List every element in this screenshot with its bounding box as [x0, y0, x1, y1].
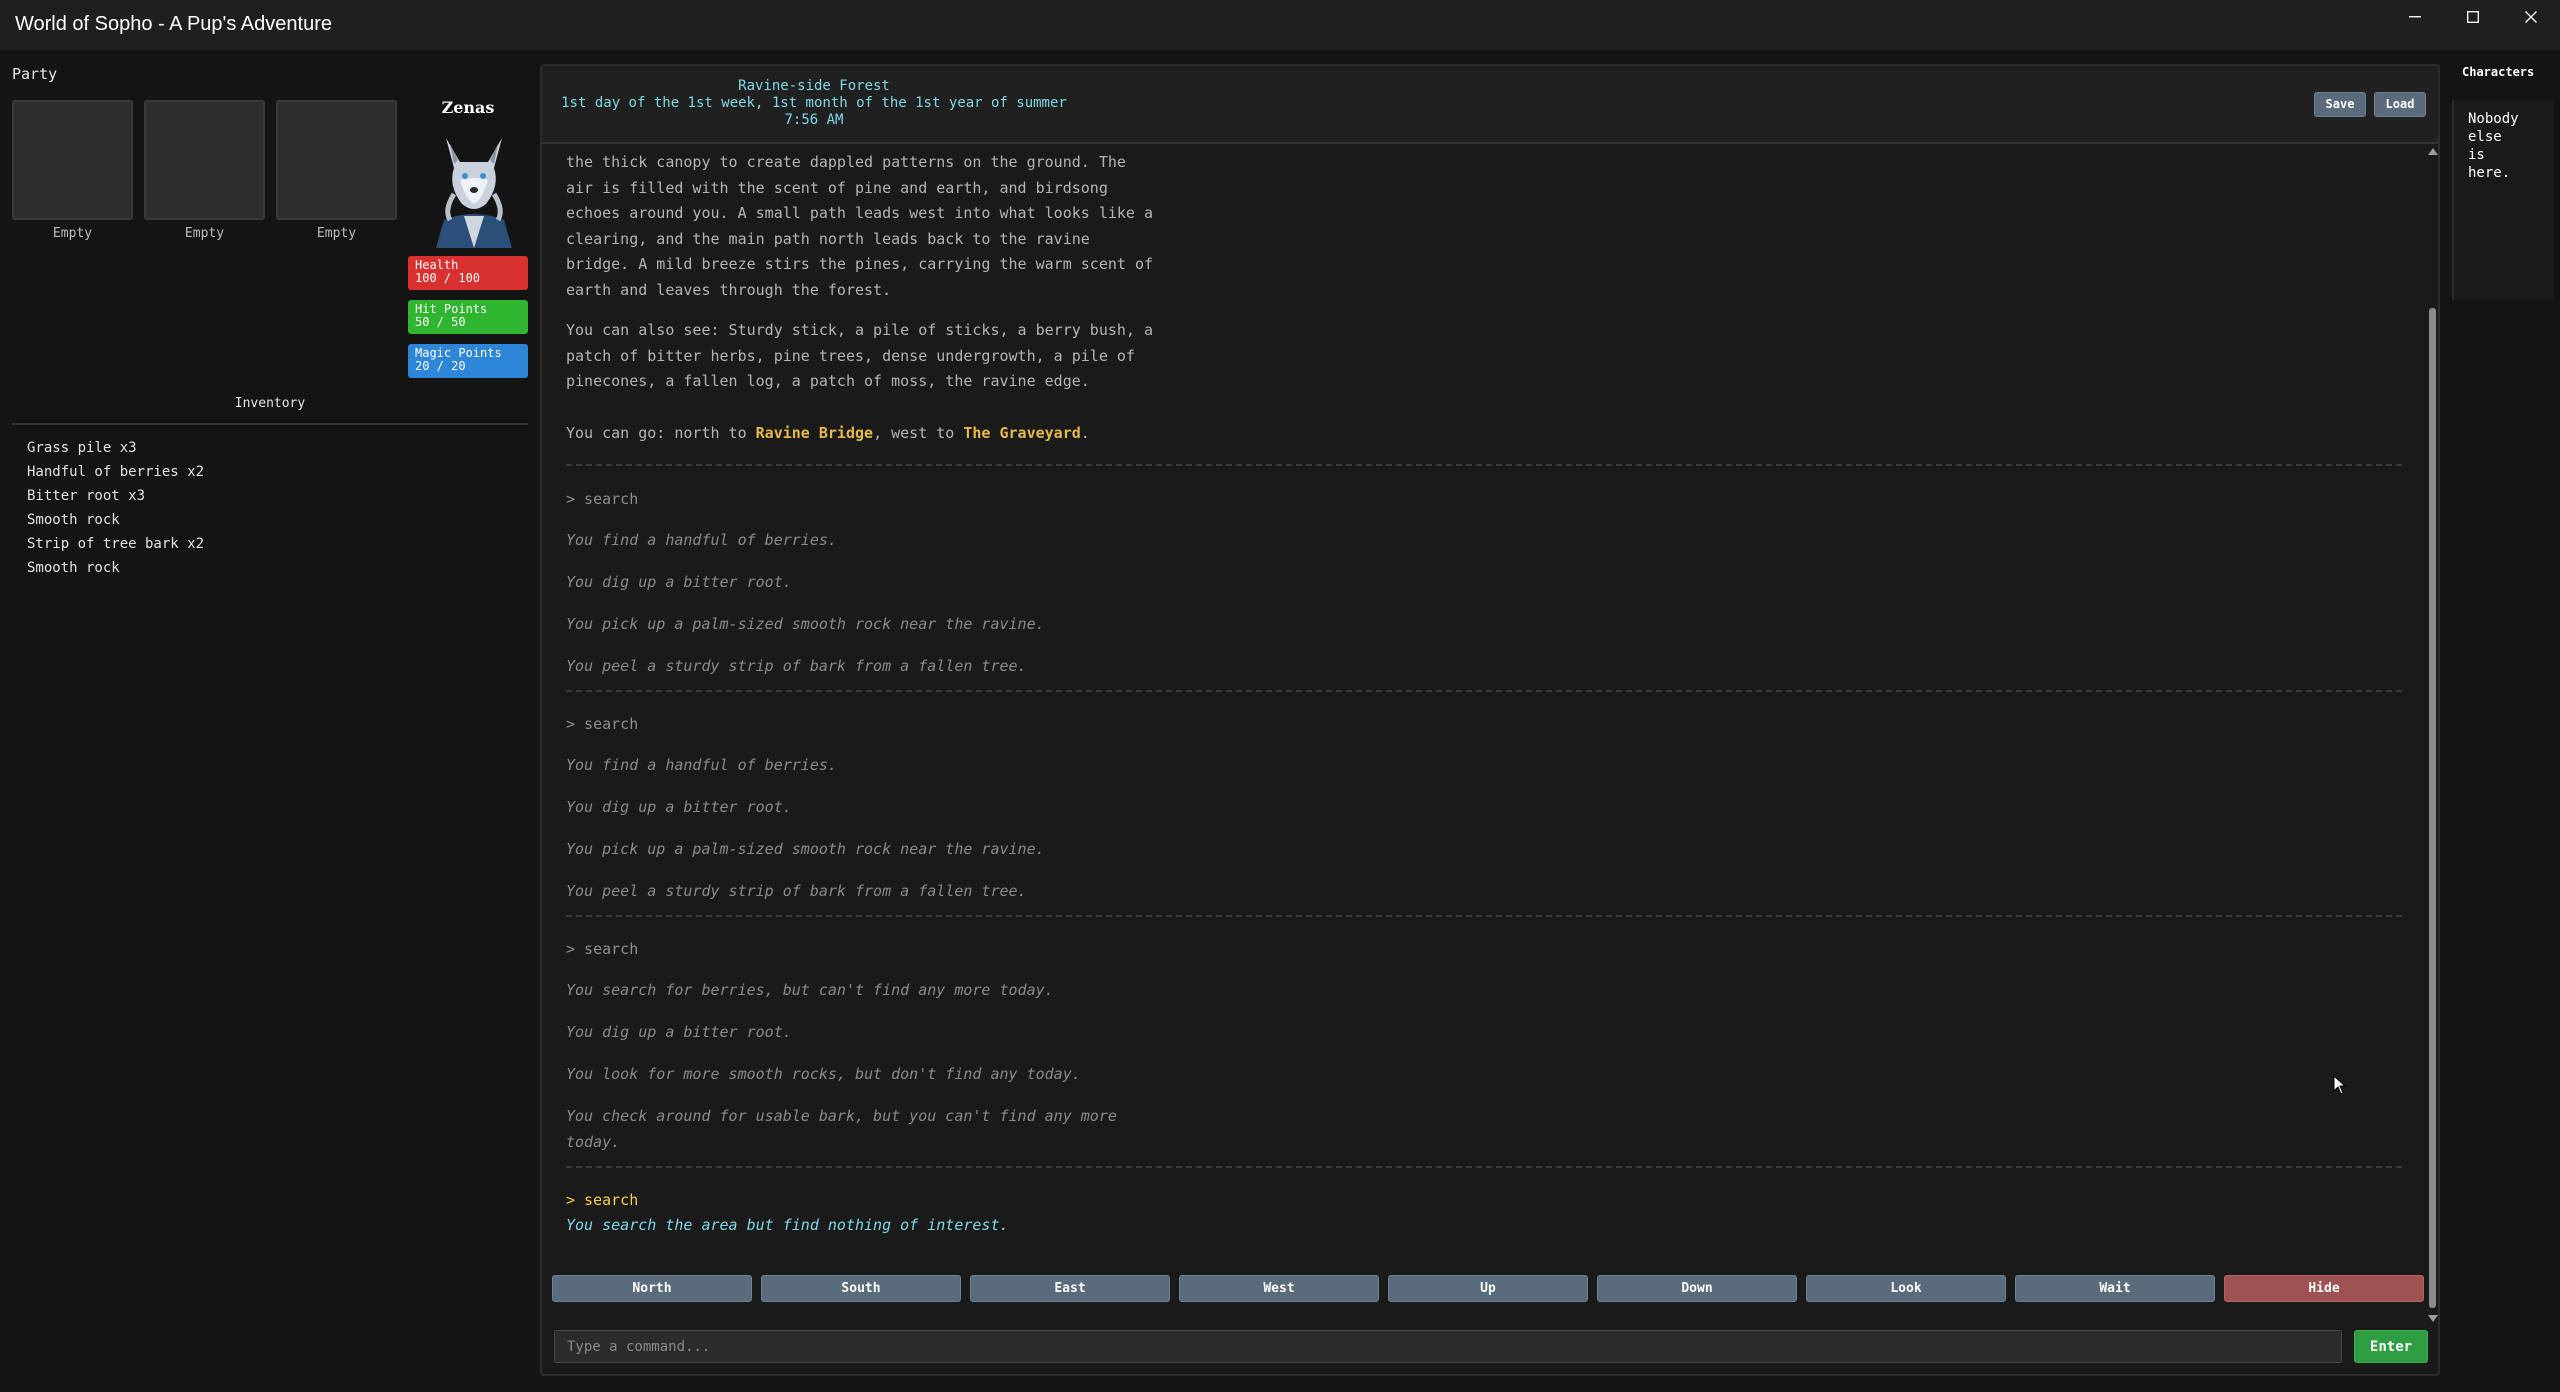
location-time: 7:56 AM	[784, 112, 844, 128]
description-line: bridge. A mild breeze stirs the pines, c…	[566, 255, 1153, 274]
objects-line: You can also see: Sturdy stick, a pile o…	[566, 321, 1153, 339]
log-scrollbar[interactable]	[2427, 148, 2439, 1322]
look-button[interactable]: Look	[1806, 1275, 2006, 1302]
log-command: > search	[566, 490, 639, 508]
party-slot-3-label: Empty	[316, 226, 357, 241]
exits-line: You can go: north to Ravine Bridge, west…	[566, 421, 1090, 447]
objects-line: patch of bitter herbs, pine trees, dense…	[566, 346, 1135, 365]
characters-title: Characters	[2462, 65, 2535, 79]
log-result: You dig up a bitter root.	[566, 798, 792, 816]
maximize-icon[interactable]	[2444, 0, 2502, 34]
down-button[interactable]: Down	[1597, 1275, 1797, 1302]
log-separator	[566, 464, 2402, 466]
east-button[interactable]: East	[970, 1275, 1170, 1302]
inventory-title: Inventory	[234, 396, 306, 411]
log-separator	[566, 690, 2402, 692]
log-result: You find a handful of berries.	[566, 531, 837, 549]
scroll-up-icon[interactable]	[2428, 148, 2438, 155]
party-slot-1-label: Empty	[52, 226, 93, 241]
inventory-list: Grass pile x3 Handful of berries x2 Bitt…	[27, 440, 204, 584]
scroll-thumb[interactable]	[2429, 308, 2436, 1308]
log-result: You peel a sturdy strip of bark from a f…	[566, 882, 1027, 900]
inventory-item[interactable]: Smooth rock	[27, 560, 204, 584]
party-slot-3[interactable]	[276, 100, 397, 220]
log-separator	[566, 915, 2402, 917]
log-result: You search for berries, but can't find a…	[566, 981, 1054, 999]
inventory-item[interactable]: Strip of tree bark x2	[27, 536, 204, 560]
location-header: Ravine-side Forest 1st day of the 1st we…	[542, 66, 2438, 144]
close-icon[interactable]	[2502, 0, 2560, 34]
exits-suffix: .	[1080, 424, 1090, 442]
party-slot-2[interactable]	[144, 100, 265, 220]
exit-link-north[interactable]: Ravine Bridge	[756, 424, 873, 442]
inventory-divider	[12, 423, 528, 425]
health-value: 100 / 100	[415, 271, 481, 285]
characters-text: Nobody else is here.	[2468, 111, 2519, 181]
enter-button[interactable]: Enter	[2354, 1330, 2428, 1363]
party-label: Party	[12, 65, 58, 83]
objects-line: pinecones, a fallen log, a patch of moss…	[566, 372, 1090, 391]
inventory-item[interactable]: Bitter root x3	[27, 488, 204, 512]
log-result: You dig up a bitter root.	[566, 1023, 792, 1041]
up-button[interactable]: Up	[1388, 1275, 1588, 1302]
north-button[interactable]: North	[552, 1275, 752, 1302]
character-name: Zenas	[441, 98, 495, 117]
description-line: clearing, and the main path north leads …	[566, 229, 1090, 248]
game-log[interactable]: the thick canopy to create dappled patte…	[566, 150, 2406, 1320]
inventory-item[interactable]: Grass pile x3	[27, 440, 204, 464]
log-separator	[566, 1166, 2402, 1168]
inventory-item[interactable]: Handful of berries x2	[27, 464, 204, 488]
wait-button[interactable]: Wait	[2015, 1275, 2215, 1302]
health-bar: Health 100 / 100	[408, 256, 528, 290]
party-slot-2-label: Empty	[184, 226, 225, 241]
direction-buttons: North South East West Up Down Look Wait …	[552, 1275, 2430, 1305]
command-input[interactable]	[554, 1330, 2342, 1363]
last-result: You search the area but find nothing of …	[566, 1216, 1009, 1234]
description-line: echoes around you. A small path leads we…	[566, 204, 1153, 223]
room-description: the thick canopy to create dappled patte…	[566, 150, 1153, 304]
minimize-icon[interactable]	[2386, 0, 2444, 34]
location-date: 1st day of the 1st week, 1st month of th…	[561, 95, 1067, 111]
hit-points-value: 50 / 50	[415, 315, 466, 329]
log-result: You peel a sturdy strip of bark from a f…	[566, 657, 1027, 675]
magic-points-value: 20 / 20	[415, 359, 466, 373]
party-slot-1[interactable]	[12, 100, 133, 220]
magic-points-bar: Magic Points 20 / 20	[408, 344, 528, 378]
save-button[interactable]: Save	[2314, 92, 2366, 117]
scroll-down-icon[interactable]	[2428, 1315, 2438, 1322]
log-command: > search	[566, 940, 639, 958]
description-line: air is filled with the scent of pine and…	[566, 178, 1108, 197]
visible-objects: You can also see: Sturdy stick, a pile o…	[566, 318, 1153, 395]
log-result: You dig up a bitter root.	[566, 573, 792, 591]
log-result: You pick up a palm-sized smooth rock nea…	[566, 615, 1045, 633]
character-portrait[interactable]	[424, 124, 524, 248]
log-result: You find a handful of berries.	[566, 756, 837, 774]
location-info: Ravine-side Forest 1st day of the 1st we…	[554, 78, 1074, 129]
log-command: > search	[566, 715, 639, 733]
inventory-item[interactable]: Smooth rock	[27, 512, 204, 536]
log-result: You look for more smooth rocks, but don'…	[566, 1065, 1081, 1083]
west-button[interactable]: West	[1179, 1275, 1379, 1302]
exit-link-west[interactable]: The Graveyard	[963, 424, 1080, 442]
exits-middle: , west to	[873, 424, 964, 442]
main-panel: Ravine-side Forest 1st day of the 1st we…	[540, 64, 2440, 1376]
hit-points-bar: Hit Points 50 / 50	[408, 300, 528, 334]
load-button[interactable]: Load	[2374, 92, 2426, 117]
window-title: World of Sopho - A Pup's Adventure	[15, 13, 332, 35]
description-line: earth and leaves through the forest.	[566, 280, 892, 299]
log-result: You pick up a palm-sized smooth rock nea…	[566, 840, 1045, 858]
log-result: You check around for usable bark, but yo…	[566, 1107, 1117, 1151]
description-line: the thick canopy to create dappled patte…	[566, 153, 1126, 171]
south-button[interactable]: South	[761, 1275, 961, 1302]
hide-button[interactable]: Hide	[2224, 1275, 2424, 1302]
exits-prefix: You can go: north to	[566, 424, 756, 442]
mouse-cursor-icon	[2333, 1075, 2347, 1095]
title-bar: World of Sopho - A Pup's Adventure	[0, 0, 2560, 50]
last-command: > search	[566, 1191, 639, 1209]
location-name: Ravine-side Forest	[738, 78, 890, 94]
